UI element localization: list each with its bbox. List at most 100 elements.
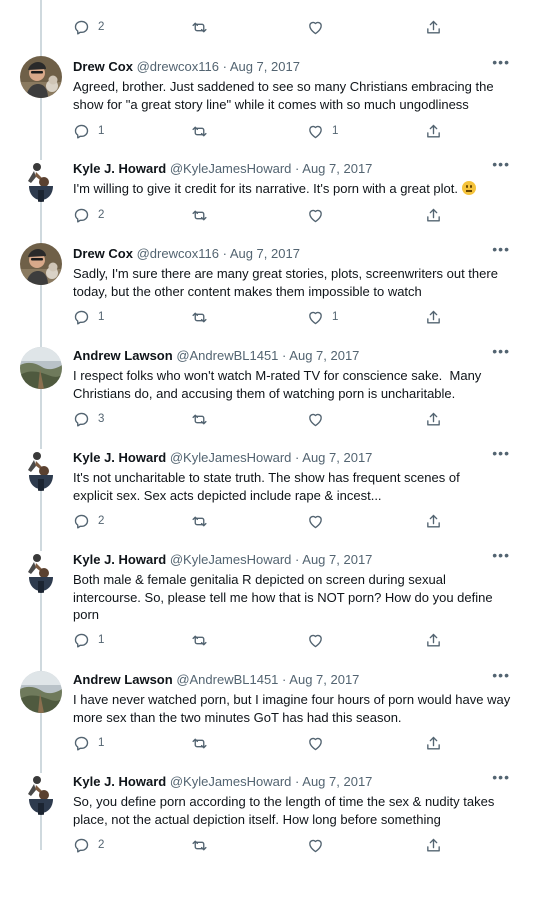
share-button[interactable] (425, 631, 442, 649)
author-name[interactable]: Andrew Lawson (73, 348, 173, 363)
share-button[interactable] (425, 734, 442, 752)
reply-count: 3 (98, 413, 105, 425)
more-options-icon[interactable]: ••• (492, 769, 510, 785)
tweet-date[interactable]: Aug 7, 2017 (230, 246, 300, 261)
avatar-image (20, 551, 62, 593)
like-button[interactable] (307, 206, 324, 224)
avatar[interactable] (20, 449, 62, 491)
avatar-image (20, 243, 62, 285)
more-options-icon[interactable]: ••• (492, 241, 510, 257)
tweet-text-line: Both male & female genitalia R depicted … (73, 572, 446, 587)
more-options-icon[interactable]: ••• (492, 54, 510, 70)
share-button[interactable] (425, 308, 442, 326)
like-button[interactable]: 1 (307, 308, 338, 326)
like-button[interactable] (307, 631, 324, 649)
avatar[interactable] (20, 243, 62, 285)
author-handle[interactable]: @AndrewBL1451 (176, 672, 278, 687)
more-options-icon[interactable]: ••• (492, 156, 510, 172)
author-name[interactable]: Drew Cox (73, 246, 133, 261)
reply-button[interactable]: 1 (73, 122, 104, 140)
retweet-icon (191, 411, 208, 428)
reply-button[interactable]: 2 (73, 18, 104, 36)
tweet-text-line: I have never watched porn, but I imagine… (73, 692, 511, 707)
tweet-date[interactable]: Aug 7, 2017 (289, 672, 359, 687)
more-options-icon[interactable]: ••• (492, 667, 510, 683)
reply-button[interactable]: 2 (73, 836, 104, 854)
avatar[interactable] (20, 56, 62, 98)
author-handle[interactable]: @KyleJamesHoward (170, 450, 292, 465)
reply-count: 2 (98, 209, 105, 221)
reply-button[interactable]: 1 (73, 734, 104, 752)
tweet-text-line: more sex than the two minutes GoT has ha… (73, 709, 402, 725)
more-options-icon[interactable]: ••• (492, 445, 510, 461)
heart-icon (307, 411, 324, 428)
heart-icon (307, 735, 324, 752)
share-button[interactable] (425, 410, 442, 428)
author-name[interactable]: Kyle J. Howard (73, 161, 166, 176)
retweet-button[interactable] (191, 410, 208, 428)
like-button[interactable] (307, 410, 324, 428)
reply-button[interactable]: 1 (73, 631, 104, 649)
share-button[interactable] (425, 206, 442, 224)
like-button[interactable] (307, 836, 324, 854)
like-button[interactable] (307, 512, 324, 530)
share-icon (425, 207, 442, 224)
reply-count: 1 (98, 125, 105, 137)
author-handle[interactable]: @KyleJamesHoward (170, 161, 292, 176)
retweet-button[interactable] (191, 512, 208, 530)
separator-dot: · (295, 774, 300, 789)
tweet-date[interactable]: Aug 7, 2017 (302, 774, 372, 789)
author-handle[interactable]: @drewcox116 (137, 246, 219, 261)
retweet-button[interactable] (191, 308, 208, 326)
avatar-image (20, 160, 62, 202)
reply-button[interactable]: 1 (73, 308, 104, 326)
more-options-icon[interactable]: ••• (492, 547, 510, 563)
retweet-icon (191, 123, 208, 140)
tweet-date[interactable]: Aug 7, 2017 (302, 552, 372, 567)
share-button[interactable] (425, 122, 442, 140)
retweet-button[interactable] (191, 122, 208, 140)
author-name[interactable]: Andrew Lawson (73, 672, 173, 687)
author-handle[interactable]: @KyleJamesHoward (170, 774, 292, 789)
like-button[interactable] (307, 734, 324, 752)
reply-button[interactable]: 2 (73, 206, 104, 224)
tweet-date[interactable]: Aug 7, 2017 (302, 161, 372, 176)
author-name[interactable]: Kyle J. Howard (73, 552, 166, 567)
tweet-date[interactable]: Aug 7, 2017 (289, 348, 359, 363)
author-name[interactable]: Kyle J. Howard (73, 450, 166, 465)
retweet-button[interactable] (191, 836, 208, 854)
avatar[interactable] (20, 160, 62, 202)
avatar[interactable] (20, 773, 62, 815)
reply-count: 2 (98, 515, 105, 527)
like-button[interactable] (307, 18, 324, 36)
reply-button[interactable]: 3 (73, 410, 104, 428)
tweet-date[interactable]: Aug 7, 2017 (230, 59, 300, 74)
retweet-button[interactable] (191, 631, 208, 649)
retweet-icon (191, 735, 208, 752)
author-handle[interactable]: @AndrewBL1451 (176, 348, 278, 363)
tweet-date[interactable]: Aug 7, 2017 (302, 450, 372, 465)
author-handle[interactable]: @drewcox116 (137, 59, 219, 74)
more-options-icon[interactable]: ••• (492, 343, 510, 359)
tweet-actions: 1 (73, 631, 473, 649)
avatar[interactable] (20, 551, 62, 593)
share-button[interactable] (425, 18, 442, 36)
tweet-text-line: So, you define porn according to the len… (73, 794, 495, 809)
retweet-button[interactable] (191, 206, 208, 224)
author-name[interactable]: Drew Cox (73, 59, 133, 74)
retweet-button[interactable] (191, 734, 208, 752)
avatar[interactable] (20, 347, 62, 389)
avatar[interactable] (20, 671, 62, 713)
retweet-button[interactable] (191, 18, 208, 36)
separator-dot: · (222, 246, 227, 261)
share-icon (425, 309, 442, 326)
reply-button[interactable]: 2 (73, 512, 104, 530)
author-handle[interactable]: @KyleJamesHoward (170, 552, 292, 567)
like-button[interactable]: 1 (307, 122, 338, 140)
share-button[interactable] (425, 512, 442, 530)
reply-count: 1 (98, 311, 105, 323)
author-name[interactable]: Kyle J. Howard (73, 774, 166, 789)
share-icon (425, 411, 442, 428)
share-button[interactable] (425, 836, 442, 854)
neutral-face-emoji-icon (461, 181, 476, 195)
